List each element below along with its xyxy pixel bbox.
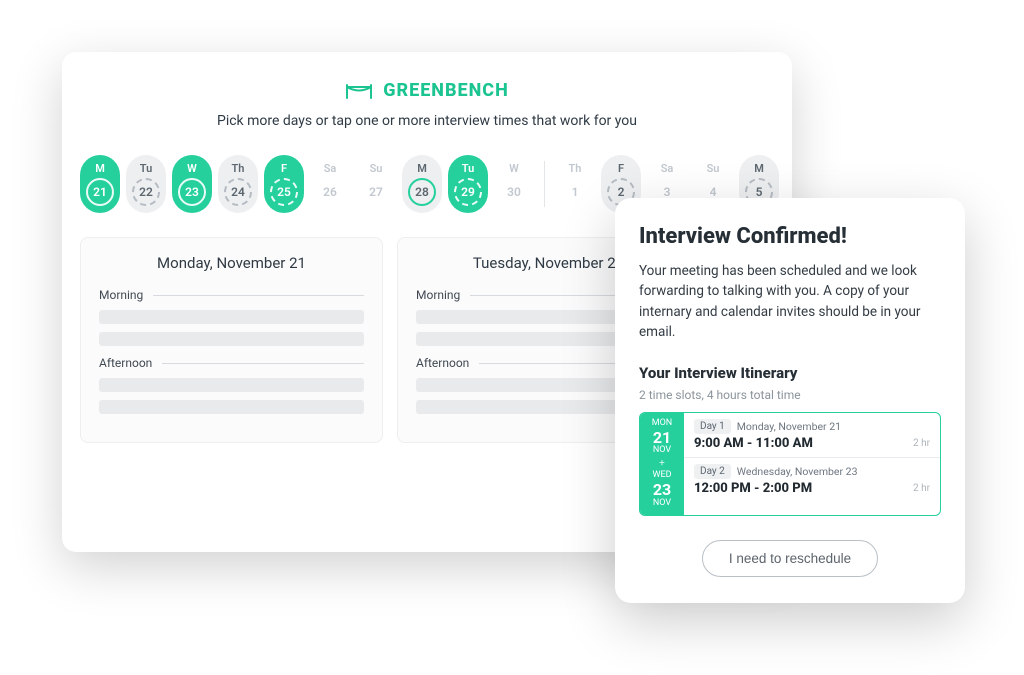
day-pill[interactable]: Tu 29 [448,155,488,213]
section-label: Afternoon [99,356,152,370]
section-label: Morning [99,288,143,302]
confirmation-title: Interview Confirmed! [639,224,941,249]
day-pill[interactable]: F 25 [264,155,304,213]
section-divider [162,363,364,364]
day-abbr: Th [569,162,582,175]
day-number: 21 [86,178,114,206]
morning-section: Morning [99,288,364,302]
time-slot[interactable] [99,400,364,414]
section-divider [153,295,364,296]
time-slot[interactable] [99,378,364,392]
stub-separator: + [659,458,665,469]
day-pill[interactable]: M 28 [402,155,442,213]
day-number: 22 [132,178,160,206]
day-number: 28 [408,178,436,206]
day-abbr: Tu [140,162,152,175]
itinerary-duration: 2 hr [913,483,930,494]
day-number: 25 [270,178,298,206]
day-number: 23 [178,178,206,206]
day-abbr: W [187,162,197,175]
day-abbr: F [618,162,624,175]
section-label: Morning [416,288,460,302]
day-pill[interactable]: Th 24 [218,155,258,213]
day-abbr: F [281,162,287,175]
itinerary-date: Monday, November 21 [737,420,841,433]
stub-top-num: 21 [653,429,671,447]
day-number: 30 [500,178,528,206]
itinerary-summary: 2 time slots, 4 hours total time [639,388,941,402]
day-pill[interactable]: W 23 [172,155,212,213]
day-pill[interactable]: Th 1 [555,155,595,213]
day-abbr: Sa [661,162,674,175]
day-abbr: Su [370,162,383,175]
itinerary-title: Your Interview Itinerary [639,364,941,382]
day-number: 29 [454,178,482,206]
day-number: 27 [362,178,390,206]
day-pill[interactable]: Sa 26 [310,155,350,213]
itinerary-row: Day 2 Wednesday, November 23 12:00 PM - 2:… [684,457,940,502]
day-column: Monday, November 21 Morning Afternoon [80,237,383,443]
itinerary-date: Wednesday, November 23 [737,465,858,478]
itinerary-rows: Day 1 Monday, November 21 9:00 AM - 11:00 … [684,413,940,515]
day-pill[interactable]: W 30 [494,155,534,213]
itinerary-duration: 2 hr [913,438,930,449]
bench-icon [345,82,373,100]
brand-name: GREENBENCH [383,80,509,101]
itinerary-day-label: Day 1 [694,419,731,434]
stub-bot-month: NOV [653,499,671,509]
itinerary-day-label: Day 2 [694,464,731,479]
day-number: 1 [561,178,589,206]
day-abbr: M [417,162,427,175]
stub-bot-num: 23 [653,481,671,499]
day-abbr: M [754,162,764,175]
day-column-title: Monday, November 21 [99,254,364,272]
instruction-text: Pick more days or tap one or more interv… [62,113,792,129]
itinerary-date-stub: MON 21 NOV + WED 23 NOV [640,413,684,515]
day-pill[interactable]: M 21 [80,155,120,213]
itinerary-box: MON 21 NOV + WED 23 NOV Day 1 Monday, Nov… [639,412,941,516]
itinerary-row: Day 1 Monday, November 21 9:00 AM - 11:00 … [684,413,940,457]
brand-logo: GREENBENCH [62,80,792,101]
confirmation-body: Your meeting has been scheduled and we l… [639,261,941,342]
day-pill[interactable]: Tu 22 [126,155,166,213]
stub-top-month: NOV [653,446,671,456]
day-pill[interactable]: Su 27 [356,155,396,213]
day-abbr: Tu [462,162,474,175]
afternoon-section: Afternoon [99,356,364,370]
month-divider [544,161,545,207]
day-number: 24 [224,178,252,206]
day-abbr: W [509,162,519,175]
itinerary-time: 12:00 PM - 2:00 PM [694,481,812,496]
day-abbr: Sa [324,162,337,175]
day-abbr: Th [232,162,245,175]
time-slot[interactable] [99,310,364,324]
day-number: 26 [316,178,344,206]
itinerary-time: 9:00 AM - 11:00 AM [694,436,813,451]
day-abbr: M [95,162,105,175]
day-abbr: Su [707,162,720,175]
time-slot[interactable] [99,332,364,346]
reschedule-button[interactable]: I need to reschedule [702,540,878,577]
section-label: Afternoon [416,356,469,370]
confirmation-card: Interview Confirmed! Your meeting has be… [615,198,965,603]
